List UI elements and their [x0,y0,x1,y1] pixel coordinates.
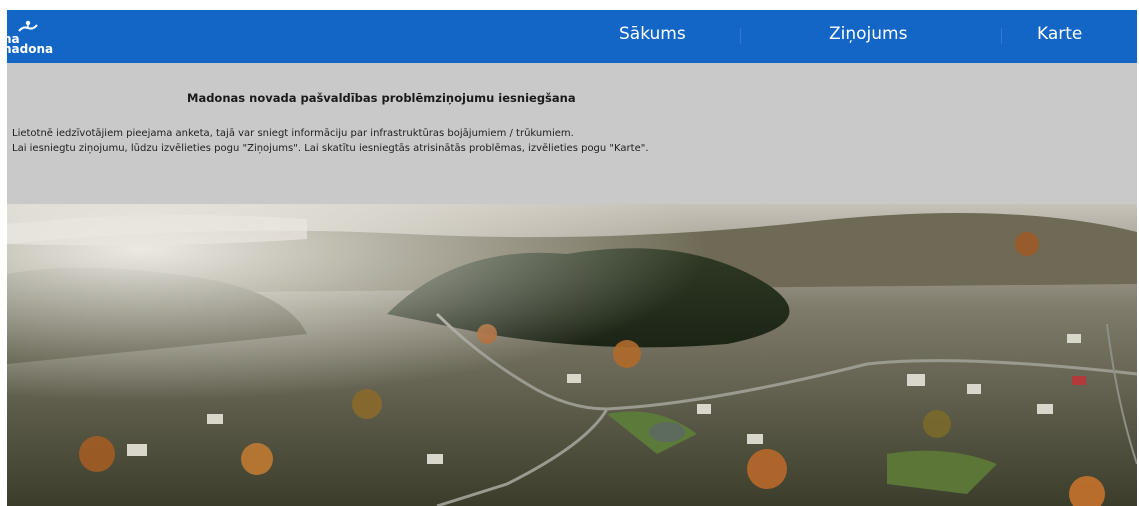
nav-report[interactable]: Ziņojums [829,10,907,63]
intro-paragraph: Lai iesniegtu ziņojumu, lūdzu izvēlietie… [12,142,649,154]
madona-logo[interactable]: na nadona [7,20,73,56]
intro-description: Lietotnē iedzīvotājiem pieejama anketa, … [12,127,722,156]
nav-divider [1001,28,1002,44]
logo-text-line2: nadona [7,42,54,56]
nav-map[interactable]: Karte [1037,10,1082,63]
top-navigation-bar: na nadona Sākums Ziņojums Karte [7,10,1137,63]
page-title: Madonas novada pašvaldības problēmziņoju… [187,91,576,105]
madona-crest-icon [18,20,38,32]
app-frame: na nadona Sākums Ziņojums Karte Madonas … [7,10,1137,506]
aerial-town-photo [7,204,1137,506]
nav-home[interactable]: Sākums [619,10,686,63]
intro-paragraph: Lietotnē iedzīvotājiem pieejama anketa, … [12,128,574,139]
nav-divider [740,28,741,44]
intro-section: Madonas novada pašvaldības problēmziņoju… [7,63,1137,204]
hero-image [7,204,1137,506]
